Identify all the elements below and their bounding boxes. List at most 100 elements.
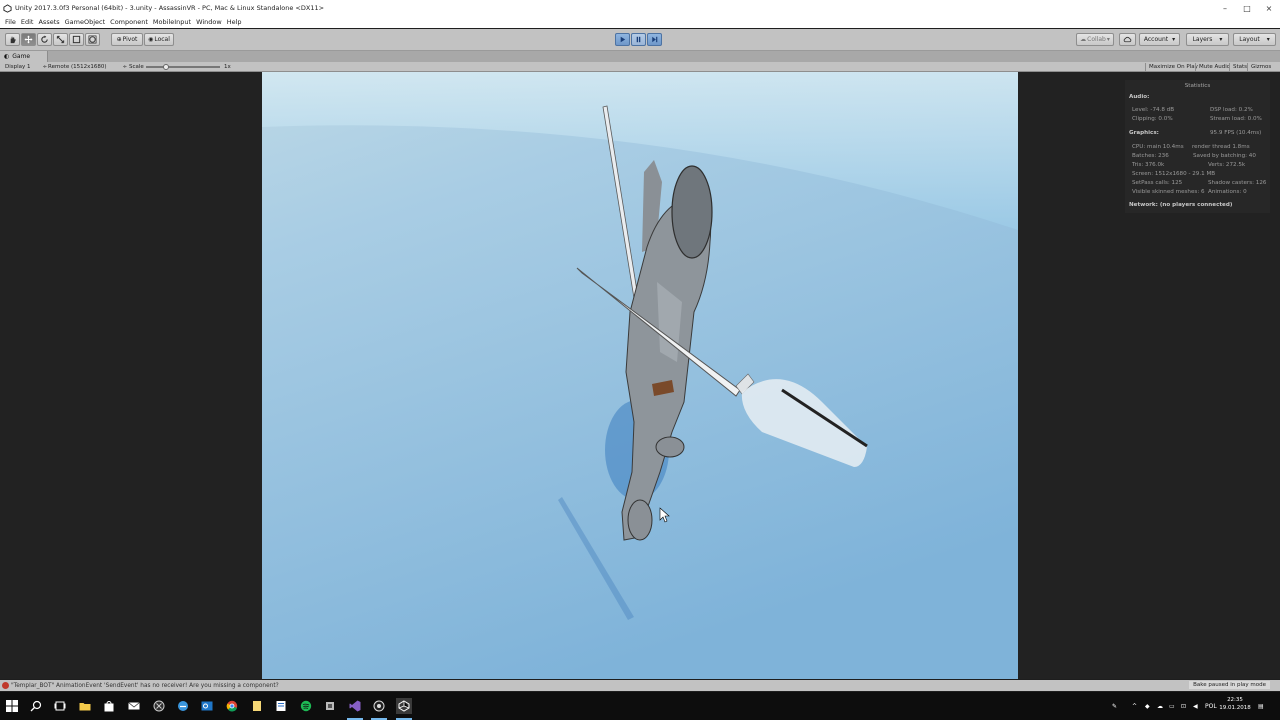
store-icon [104,701,114,712]
taskbar-files[interactable] [273,698,289,714]
taskbar-edge[interactable] [175,698,191,714]
local-toggle[interactable]: ◉ Local [144,33,174,46]
mail-icon [128,702,140,710]
move-tool-button[interactable] [21,33,36,46]
scale-value: 1x [224,64,231,70]
show-hidden-icons-button[interactable]: ^ [1132,698,1137,714]
rect-tool-button[interactable] [69,33,84,46]
taskbar-file-explorer[interactable] [77,698,93,714]
game-scene-image [262,72,1018,679]
display-dropdown[interactable]: Display 1 ÷ [5,63,47,71]
hand-tool-button[interactable] [5,33,20,46]
layers-dropdown[interactable]: Layers ▾ [1186,33,1229,46]
display-label: Display 1 [5,64,31,70]
dropbox-tray-icon[interactable]: ◆ [1145,698,1150,714]
play-button[interactable] [615,33,630,46]
step-button[interactable] [647,33,662,46]
account-dropdown[interactable]: Account ▾ [1139,33,1180,46]
menu-window[interactable]: Window [196,18,222,26]
collab-caret-icon: ▾ [1106,36,1110,43]
taskbar-xbox[interactable] [151,698,167,714]
collab-button[interactable]: ☁ Collab ▾ [1076,33,1114,46]
pause-button[interactable] [631,33,646,46]
taskbar-tool[interactable] [322,698,338,714]
action-center-button[interactable]: ▤ [1258,698,1264,714]
outlook-icon [201,701,213,711]
resolution-dropdown[interactable]: Remote (1512x1680) ÷ [48,63,127,71]
cloud-button[interactable] [1119,33,1136,46]
stream-load: Stream load: 0.0% [1210,116,1262,122]
maximize-button[interactable]: □ [1236,0,1258,16]
tab-game-label: Game [12,53,31,60]
unity-logo-icon [3,3,12,13]
network-status: Network: (no players connected) [1129,202,1233,208]
taskbar-chrome[interactable] [224,698,240,714]
console-status-bar[interactable]: "Templar_BOT" AnimationEvent 'SendEvent'… [0,680,1280,691]
cloud-icon [1123,36,1132,43]
start-button[interactable] [4,698,20,714]
gizmos-dropdown[interactable]: Gizmos [1247,63,1274,71]
task-view-button[interactable] [52,698,68,714]
menu-file[interactable]: File [5,18,16,26]
local-label: Local [154,36,170,43]
tab-game[interactable]: ◐ Game [0,51,48,62]
close-button[interactable]: × [1258,0,1280,16]
layout-label: Layout [1239,36,1260,43]
display-tray-icon[interactable]: ▭ [1169,698,1175,714]
language-indicator[interactable]: POL [1205,698,1217,714]
minimize-button[interactable]: – [1214,0,1236,16]
menu-component[interactable]: Component [110,18,148,26]
clock-time: 22:35 [1227,697,1243,703]
tris: Tris: 376.0k [1132,162,1165,168]
taskbar-store[interactable] [101,698,117,714]
menu-edit[interactable]: Edit [21,18,34,26]
files-icon [276,701,286,711]
pivot-toggle[interactable]: ⊕ Pivot [111,33,143,46]
taskbar-unity[interactable] [396,698,412,720]
xbox-icon [153,700,165,712]
game-view-options: Display 1 ÷ Remote (1512x1680) ÷ Scale 1… [0,62,1280,72]
notes-icon [253,701,261,711]
volume-tray-icon[interactable]: ◀ [1193,698,1198,714]
file-explorer-icon [79,703,91,711]
statistics-panel: Statistics Audio: Level: -74.8 dB DSP lo… [1125,80,1270,213]
batches: Batches: 236 [1132,153,1169,159]
error-icon [2,682,9,689]
graphics-section-label: Graphics: [1129,130,1159,136]
onedrive-tray-icon[interactable]: ☁ [1157,698,1163,714]
scale-slider-thumb[interactable] [163,64,169,70]
layout-dropdown[interactable]: Layout ▾ [1233,33,1276,46]
maximize-on-play-toggle[interactable]: Maximize On Play [1145,63,1201,71]
menu-gameobject[interactable]: GameObject [65,18,106,26]
taskbar-spotify[interactable] [298,698,314,714]
taskbar-mail[interactable] [126,698,142,714]
search-button[interactable] [28,698,44,714]
clock[interactable]: 22:35 19.01.2018 [1218,696,1252,712]
scale-slider-track[interactable] [146,66,220,68]
pen-tray-icon[interactable]: ✎ [1112,698,1117,714]
game-view: Statistics Audio: Level: -74.8 dB DSP lo… [0,72,1280,679]
console-message: "Templar_BOT" AnimationEvent 'SendEvent'… [11,682,279,689]
menu-mobileinput[interactable]: MobileInput [153,18,191,26]
menu-assets[interactable]: Assets [38,18,59,26]
taskbar-visual-studio[interactable] [347,698,363,720]
search-icon [30,700,42,712]
menu-help[interactable]: Help [227,18,242,26]
rotate-tool-button[interactable] [37,33,52,46]
taskbar-outlook[interactable] [199,698,215,714]
transform-tool-button[interactable] [85,33,100,46]
game-viewport[interactable] [262,72,1018,679]
scale-tool-button[interactable] [53,33,68,46]
saved-by-batching: Saved by batching: 40 [1193,153,1256,159]
network-tray-icon[interactable]: ⊡ [1181,698,1186,714]
taskbar-notes[interactable] [249,698,265,714]
rotate-icon [41,35,48,43]
tool-icon [326,702,334,710]
scale-label: Scale [129,64,144,70]
menu-bar: File Edit Assets GameObject Component Mo… [0,16,1280,28]
taskbar-unity-hub[interactable] [371,698,387,720]
unity-hub-icon [373,700,385,712]
animations: Animations: 0 [1208,189,1247,195]
unity-icon [398,700,410,712]
mute-audio-toggle[interactable]: Mute Audio [1195,63,1233,71]
